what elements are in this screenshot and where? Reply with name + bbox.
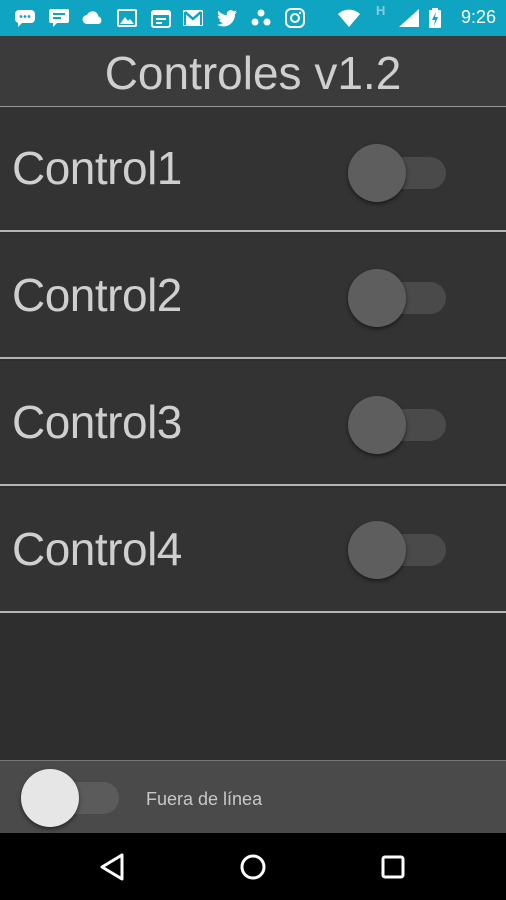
control-row-1: Control1 — [0, 107, 506, 232]
page-title: Controles v1.2 — [0, 36, 506, 107]
control1-switch[interactable] — [348, 139, 448, 202]
gmail-icon — [183, 10, 203, 26]
clock: 9:26 — [460, 7, 496, 27]
control4-switch[interactable] — [348, 516, 448, 579]
cloud-icon — [82, 11, 102, 24]
switch-thumb — [21, 769, 79, 827]
wifi-icon — [338, 9, 360, 27]
back-icon[interactable] — [94, 847, 134, 887]
calendar-icon — [151, 10, 171, 28]
control3-switch[interactable] — [348, 391, 448, 454]
offline-label: Fuera de línea — [146, 789, 263, 809]
switch-thumb — [348, 144, 406, 202]
instagram-icon — [285, 8, 305, 28]
bottom-bar: Fuera de línea — [0, 760, 506, 834]
status-bar: H 9:26 — [0, 0, 506, 36]
switch-thumb — [348, 269, 406, 327]
cell-signal-icon — [399, 9, 419, 27]
control-label: Control3 — [12, 396, 182, 448]
control2-switch[interactable] — [348, 264, 448, 327]
twitter-icon — [217, 10, 237, 27]
recents-icon[interactable] — [373, 847, 413, 887]
control-label: Control4 — [12, 523, 182, 575]
control-label: Control1 — [12, 142, 182, 194]
switch-thumb — [348, 521, 406, 579]
control-row-2: Control2 — [0, 234, 506, 359]
image-icon — [117, 9, 137, 27]
control-row-3: Control3 — [0, 361, 506, 486]
message-icon — [49, 9, 69, 27]
h-signal-icon: H — [376, 3, 386, 18]
chat-icon — [15, 10, 35, 27]
battery-icon — [429, 8, 441, 28]
control-label: Control2 — [12, 269, 182, 321]
control-row-4: Control4 — [0, 488, 506, 613]
navigation-bar — [0, 833, 506, 900]
home-icon[interactable] — [233, 847, 273, 887]
offline-switch[interactable] — [21, 764, 121, 827]
switch-thumb — [348, 396, 406, 454]
dots-icon — [251, 9, 271, 26]
